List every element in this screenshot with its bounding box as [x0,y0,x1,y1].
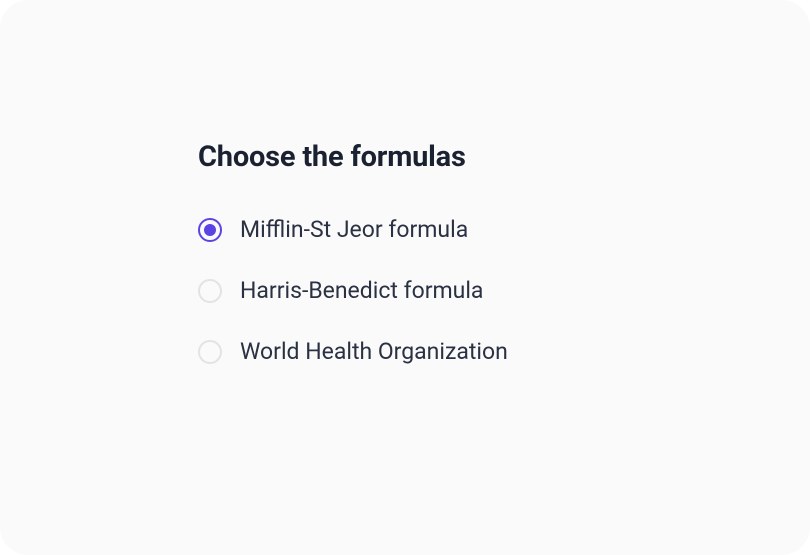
radio-label: Mifflin-St Jeor formula [240,216,468,243]
radio-option-mifflin[interactable]: Mifflin-St Jeor formula [198,216,508,243]
radio-label: World Health Organization [240,338,508,365]
radio-icon [198,340,222,364]
page-title: Choose the formulas [198,140,508,174]
radio-label: Harris-Benedict formula [240,277,483,304]
card: Choose the formulas Mifflin-St Jeor form… [0,0,810,555]
radio-option-harris[interactable]: Harris-Benedict formula [198,277,508,304]
radio-option-who[interactable]: World Health Organization [198,338,508,365]
radio-icon [198,218,222,242]
content: Choose the formulas Mifflin-St Jeor form… [198,140,508,365]
radio-dot-icon [204,224,216,236]
radio-group: Mifflin-St Jeor formula Harris-Benedict … [198,216,508,365]
radio-icon [198,279,222,303]
